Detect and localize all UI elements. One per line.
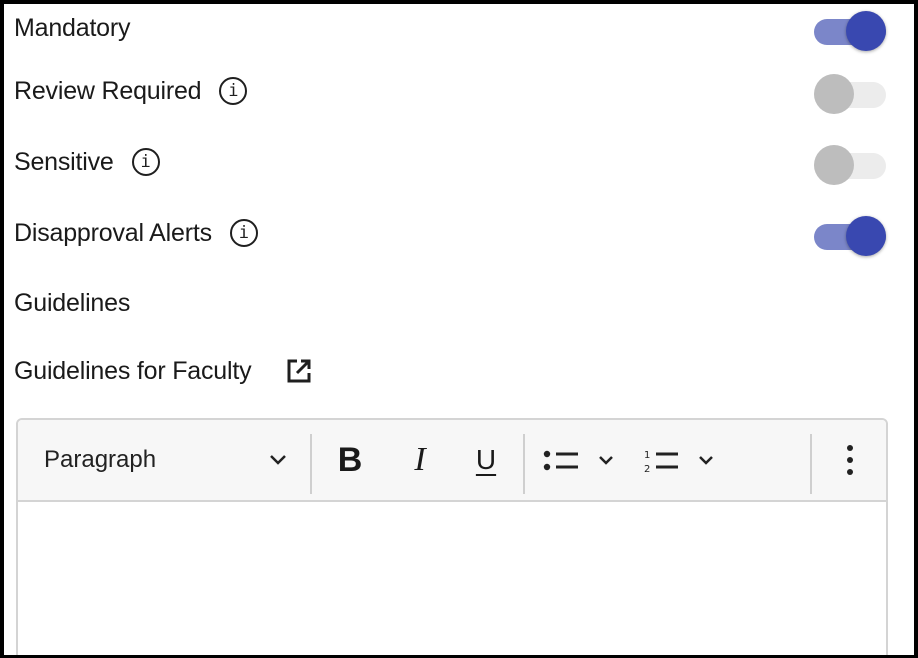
svg-text:1: 1 xyxy=(644,450,650,461)
italic-button[interactable]: I xyxy=(398,420,442,500)
bulleted-list-icon xyxy=(543,450,613,471)
setting-label-mandatory: Mandatory xyxy=(14,13,131,42)
toggle-thumb xyxy=(846,11,886,51)
setting-row-mandatory: Mandatory xyxy=(14,8,886,51)
bulleted-list-button[interactable] xyxy=(536,420,626,500)
info-icon[interactable]: i xyxy=(219,77,248,105)
block-format-dropdown[interactable]: Paragraph xyxy=(28,420,304,500)
bold-button[interactable]: B xyxy=(328,420,372,500)
disapproval-alerts-toggle[interactable] xyxy=(814,215,886,256)
info-icon[interactable]: i xyxy=(131,148,160,176)
editor-toolbar: Paragraph B I U 1 2 xyxy=(18,420,886,502)
review-required-toggle[interactable] xyxy=(814,73,886,114)
more-options-button[interactable] xyxy=(830,420,870,500)
toolbar-separator xyxy=(523,434,525,494)
editor-content-area[interactable] xyxy=(18,502,886,655)
setting-row-sensitive: Sensitive i xyxy=(14,142,886,185)
numbered-list-button[interactable]: 1 2 xyxy=(636,420,726,500)
guidelines-link[interactable]: Guidelines for Faculty xyxy=(14,357,252,386)
settings-panel: Mandatory Review Required i Sensitive i … xyxy=(0,0,918,658)
external-link-icon[interactable] xyxy=(285,357,313,385)
toolbar-separator xyxy=(310,434,312,494)
toolbar-separator xyxy=(810,434,812,494)
sensitive-toggle[interactable] xyxy=(814,144,886,185)
guidelines-heading: Guidelines xyxy=(14,288,131,317)
info-icon[interactable]: i xyxy=(229,219,258,247)
setting-row-review-required: Review Required i xyxy=(14,71,886,114)
svg-text:2: 2 xyxy=(644,464,650,475)
setting-label-review-required: Review Required xyxy=(14,76,202,105)
toggle-thumb xyxy=(814,74,854,114)
setting-label-sensitive: Sensitive xyxy=(14,147,114,176)
rich-text-editor: Paragraph B I U 1 2 xyxy=(16,418,888,655)
guidelines-heading-row: Guidelines xyxy=(14,283,886,323)
block-format-value: Paragraph xyxy=(44,446,157,473)
setting-row-disapproval-alerts: Disapproval Alerts i xyxy=(14,213,886,256)
mandatory-toggle[interactable] xyxy=(814,10,886,51)
toggle-thumb xyxy=(814,145,854,185)
toggle-thumb xyxy=(846,216,886,256)
numbered-list-icon: 1 2 xyxy=(644,450,713,475)
underline-button[interactable]: U xyxy=(464,420,508,500)
setting-label-disapproval-alerts: Disapproval Alerts xyxy=(14,218,212,247)
more-vertical-icon xyxy=(847,445,853,475)
guidelines-link-row: Guidelines for Faculty xyxy=(14,351,886,391)
chevron-down-icon xyxy=(270,455,286,465)
